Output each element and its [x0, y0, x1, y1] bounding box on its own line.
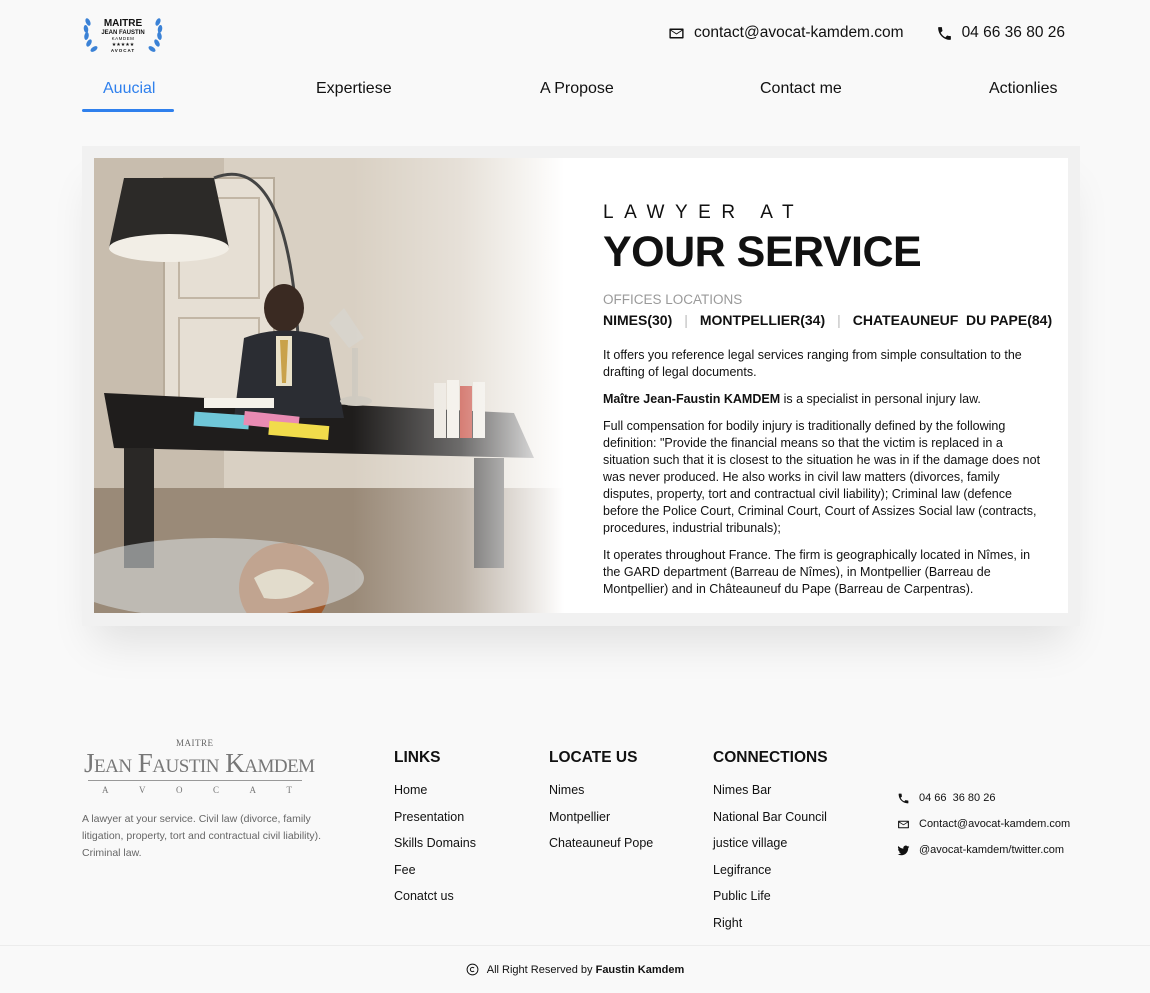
nav-item-label: A Propose [540, 80, 614, 97]
footer-link-fee[interactable]: Fee [394, 862, 476, 878]
mail-icon [898, 820, 909, 828]
footer-description: A lawyer at your service. Civil law (div… [82, 813, 322, 859]
footer-logo-letter: T [286, 785, 292, 795]
footer-connections-column: CONNECTIONS Nimes Bar National Bar Counc… [713, 748, 828, 942]
copyright-icon [466, 963, 479, 976]
footer-logo-letter: O [175, 785, 183, 795]
footer-locate-chateauneuf[interactable]: Chateauneuf Pope [549, 835, 653, 851]
footer-logo-letter: V [138, 785, 146, 795]
footer-email[interactable]: Contact@avocat-kamdem.com [897, 816, 1070, 832]
footer-twitter-text: @avocat-kamdem/twitter.com [919, 844, 1065, 856]
twitter-icon [897, 845, 910, 855]
footer-connection-national-bar-council[interactable]: National Bar Council [713, 809, 828, 825]
hero-card-inner: LAWYER AT YOUR SERVICE OFFICES LOCATIONS… [94, 158, 1068, 613]
hero-paragraph-3: Full compensation for bodily injury is t… [603, 419, 1041, 535]
lawyer-office-photo [94, 158, 564, 613]
footer-locate-nimes[interactable]: Nimes [549, 782, 653, 798]
nav-item-a-propose[interactable]: A Propose [540, 80, 614, 114]
header-phone-text: 04 66 36 80 26 [961, 24, 1065, 41]
footer-twitter[interactable]: @avocat-kamdem/twitter.com [897, 842, 1070, 858]
photo-fade-overlay [94, 158, 564, 613]
nav-item-label: Auucial [103, 80, 156, 97]
footer-connection-justice-village[interactable]: justice village [713, 835, 828, 851]
footer-link-contact-us[interactable]: Conatct us [394, 888, 476, 904]
hero-text: LAWYER AT YOUR SERVICE OFFICES LOCATIONS… [603, 202, 1052, 598]
header-email-text: contact@avocat-kamdem.com [694, 24, 904, 41]
main-nav: Auucial Expertiese A Propose Contact me … [82, 80, 1070, 114]
footer-connection-public-life[interactable]: Public Life [713, 888, 828, 904]
offices-list: NIMES(30) | MONTPELLIER(34) | CHATEAUNEU… [603, 311, 1052, 329]
footer-logo-name: Jean Faustin Kamdem [84, 748, 315, 778]
hero-paragraph-1: It offers you reference legal services r… [603, 348, 1022, 379]
footer-logo-avocat: A V O C A T [102, 785, 292, 795]
hero-kicker: LAWYER AT [603, 202, 805, 223]
phone-icon [898, 793, 909, 803]
footer-link-presentation[interactable]: Presentation [394, 809, 476, 825]
offices-label: OFFICES LOCATIONS [603, 292, 743, 307]
logo-line-1: MAITRE [103, 18, 143, 29]
nav-active-indicator [82, 109, 174, 112]
header-phone[interactable]: 04 66 36 80 26 [936, 24, 1065, 42]
footer-phone[interactable]: 04 66 36 80 26 [897, 790, 1070, 806]
footer-locate-title: LOCATE US [549, 749, 638, 766]
site-logo[interactable]: MAITRE JEAN FAUSTIN KAMDEM ★★★★★ AVOCAT [82, 14, 164, 56]
nav-item-label: Contact me [760, 80, 842, 97]
hero-card: LAWYER AT YOUR SERVICE OFFICES LOCATIONS… [82, 146, 1080, 626]
office-montpellier: MONTPELLIER(34) [699, 312, 826, 328]
footer-email-text: Contact@avocat-kamdem.com [919, 818, 1071, 830]
nav-item-label: Expertiese [316, 80, 392, 97]
footer-phone-text: 04 66 36 80 26 [919, 792, 996, 804]
logo-line-4: AVOCAT [110, 47, 136, 53]
nav-item-actionlies[interactable]: Actionlies [989, 80, 1057, 114]
header-contact: contact@avocat-kamdem.com 04 66 36 80 26 [668, 24, 1065, 42]
nav-item-label: Actionlies [989, 80, 1058, 97]
phone-icon [937, 26, 951, 40]
footer-link-home[interactable]: Home [394, 782, 476, 798]
office-nimes: NIMES(30) [603, 312, 673, 328]
lawyer-name: Maître Jean-Faustin KAMDEM [603, 392, 781, 406]
footer-logo-letter: A [102, 785, 109, 795]
footer-logo[interactable]: MAITRE Jean Faustin Kamdem A V O C A T [82, 738, 315, 800]
logo-stars: ★★★★★ [111, 41, 135, 48]
footer-logo-letter: C [212, 785, 219, 795]
hero-paragraph-4: It operates throughout France. The firm … [603, 548, 1031, 596]
logo-line-3: KAMDEM [111, 36, 135, 41]
footer-connection-legifrance[interactable]: Legifrance [713, 862, 828, 878]
footer-locate-montpellier[interactable]: Montpellier [549, 809, 653, 825]
footer-logo-rule [88, 780, 302, 781]
footer-connection-right[interactable]: Right [713, 915, 828, 931]
footer-logo-letter: A [249, 785, 256, 795]
footer-link-skills-domains[interactable]: Skills Domains [394, 835, 476, 851]
footer-locate-column: LOCATE US Nimes Montpellier Chateauneuf … [549, 748, 653, 862]
header-email[interactable]: contact@avocat-kamdem.com [668, 24, 904, 42]
nav-item-expertiese[interactable]: Expertiese [316, 80, 392, 114]
office-separator: | [837, 312, 841, 328]
hero-paragraph-2: Maître Jean-Faustin KAMDEM is a speciali… [603, 391, 1043, 408]
mail-icon [669, 28, 684, 38]
footer-links-title: LINKS [394, 749, 441, 766]
hero-paragraph-2-rest: is a specialist in personal injury law. [780, 392, 981, 406]
nav-item-contact-me[interactable]: Contact me [760, 80, 842, 114]
copyright-bar: All Right Reserved by Faustin Kamdem [0, 945, 1150, 993]
office-chateauneuf: CHATEAUNEUF DU PAPE(84) [852, 312, 1053, 328]
office-separator: | [684, 312, 688, 328]
copyright-text: All Right Reserved by Faustin Kamdem [487, 964, 684, 976]
footer-links-column: LINKS Home Presentation Skills Domains F… [394, 748, 476, 915]
copyright-prefix: All Right Reserved by [486, 963, 596, 976]
footer-connection-nimes-bar[interactable]: Nimes Bar [713, 782, 828, 798]
copyright-owner: Faustin Kamdem [595, 963, 685, 976]
footer-connections-title: CONNECTIONS [713, 749, 828, 766]
footer-contact: 04 66 36 80 26 Contact@avocat-kamdem.com… [897, 790, 1070, 868]
hero-headline: YOUR SERVICE [603, 228, 922, 276]
